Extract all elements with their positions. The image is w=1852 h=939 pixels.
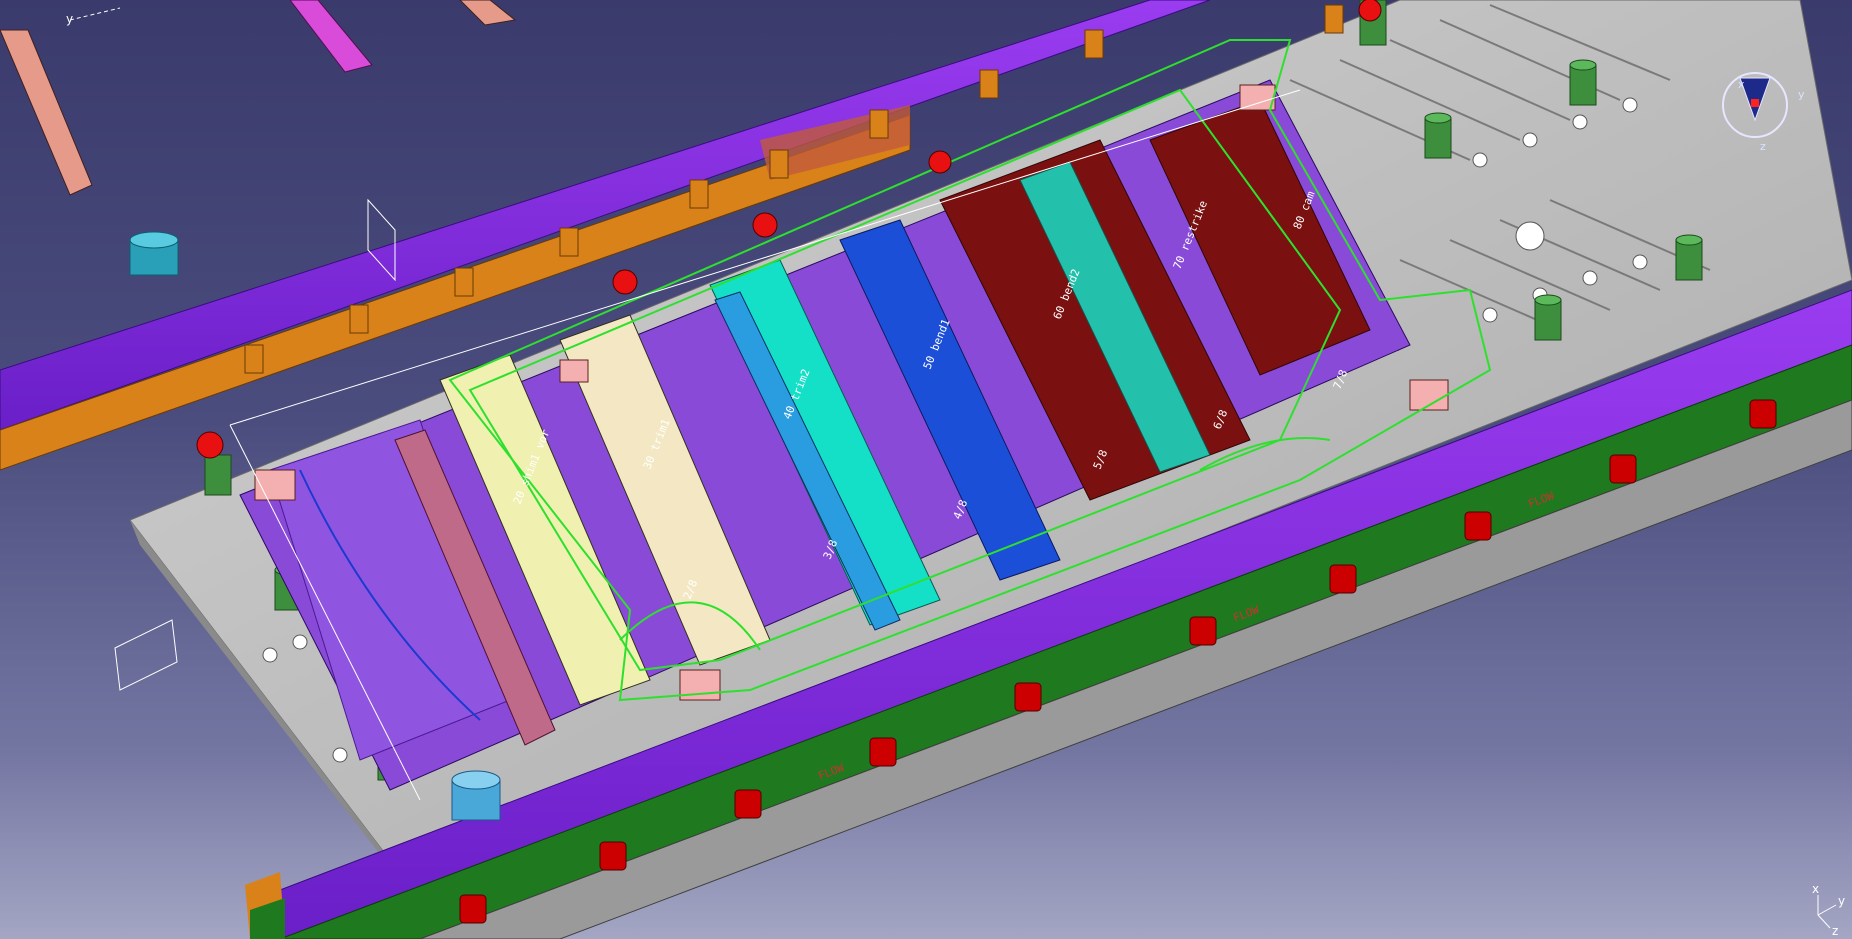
top-left-axis-label: y xyxy=(66,12,73,26)
top-left-parts[interactable]: y xyxy=(0,0,517,196)
corner-z-label: z xyxy=(1832,924,1838,938)
compass-y-label: y xyxy=(1798,88,1805,101)
magenta-rail-part[interactable] xyxy=(289,0,373,73)
cad-scene[interactable]: y 20 shim1 vor 30 trim1 40 trim2 50 bend… xyxy=(0,0,1852,939)
corner-x-label: x xyxy=(1812,882,1819,896)
pink-small-part[interactable] xyxy=(459,0,517,26)
compass-z-label: z xyxy=(1760,140,1766,153)
compass-red-marker xyxy=(1751,99,1759,107)
3d-viewport[interactable]: y 20 shim1 vor 30 trim1 40 trim2 50 bend… xyxy=(0,0,1852,939)
pink-rail-part[interactable] xyxy=(0,29,93,196)
cyan-cylinder[interactable] xyxy=(129,231,179,276)
corner-axis-triad: x y z xyxy=(1812,882,1845,938)
top-left-axis-line xyxy=(69,7,121,21)
compass-x-label: x xyxy=(1738,78,1745,91)
corner-y-label: y xyxy=(1838,894,1845,908)
cyan-cylinder-front[interactable] xyxy=(451,770,501,821)
